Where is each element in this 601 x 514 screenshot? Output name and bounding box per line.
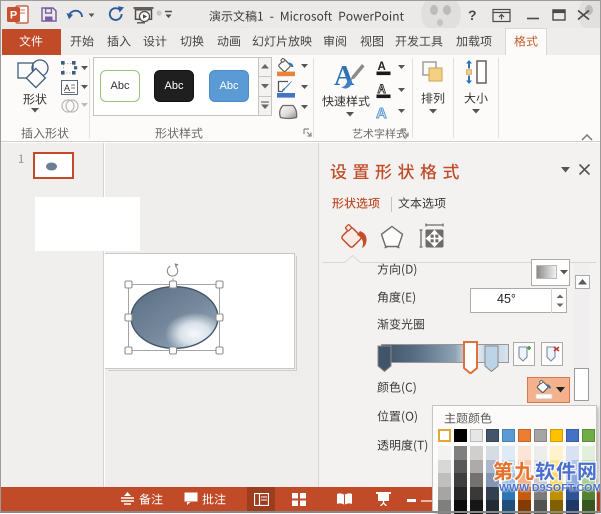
svg-text:A: A [64,83,70,93]
svg-text:?: ? [468,7,477,23]
svg-text:A: A [378,84,386,96]
svg-text:A: A [378,61,386,73]
svg-text:A: A [376,105,387,121]
svg-text:P: P [10,10,17,22]
